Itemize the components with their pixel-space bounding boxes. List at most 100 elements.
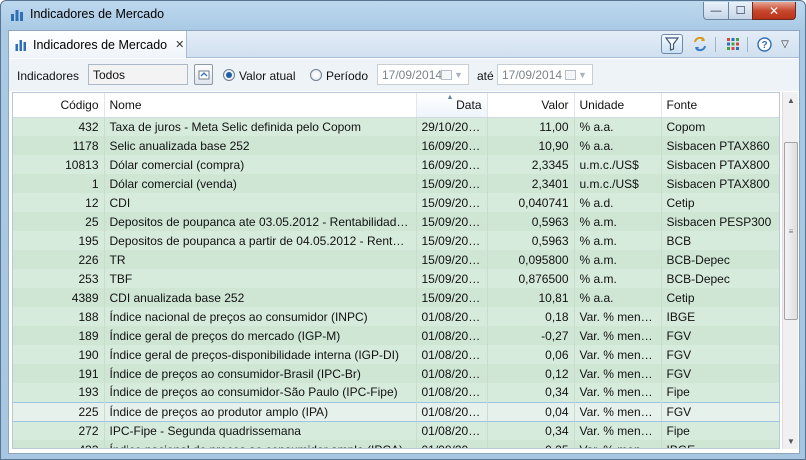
cell-data: 15/09/2014 [416,231,488,250]
cell-unidade: % a.m. [574,250,662,269]
cell-valor: 2,3345 [487,155,575,174]
cell-codigo: 433 [13,440,105,448]
cell-valor: 0,25 [487,440,575,448]
date-from-picker[interactable]: ▼ [441,64,463,85]
tab-close-icon[interactable]: ✕ [175,38,184,51]
cell-nome: Depositos de poupanca ate 03.05.2012 - R… [104,212,417,231]
column-header-data-label: Data [456,97,482,112]
close-button[interactable]: ✕ [752,2,796,20]
cell-codigo: 4389 [13,288,105,307]
maximize-button[interactable]: ☐ [728,2,753,20]
table-row[interactable]: 12 CDI 15/09/2014 0,040741% a.d. Cetip [13,193,779,212]
cell-valor: 0,040741 [487,193,575,212]
table-row[interactable]: 25 Depositos de poupanca ate 03.05.2012 -… [13,212,779,231]
table-row[interactable]: 195 Depositos de poupanca a partir de 04.… [13,231,779,250]
column-header-unidade[interactable]: Unidade [574,93,662,118]
table-row[interactable]: 191 Índice de preços ao consumidor-Brasil… [13,364,779,383]
vertical-scrollbar[interactable]: ▲ ≡ ▼ [782,92,798,449]
tab-indicadores-de-mercado[interactable]: Indicadores de Mercado ✕ [9,31,187,58]
cell-fonte: FGV [661,364,779,383]
periodo-label[interactable]: Período [326,69,368,83]
cell-codigo: 25 [13,212,105,231]
cell-codigo: 189 [13,326,105,345]
cell-fonte: Copom [661,117,779,136]
title-bar[interactable]: Indicadores de Mercado — ☐ ✕ [1,1,805,29]
table-row[interactable]: 189 Índice geral de preços do mercado (IG… [13,326,779,345]
table-row[interactable]: 433Índice nacional de preços ao consumid… [13,440,779,448]
cell-nome: Dólar comercial (compra) [104,155,417,174]
cell-codigo: 1178 [13,136,105,155]
column-header-nome[interactable]: Nome [104,93,417,118]
valor-atual-label[interactable]: Valor atual [239,69,295,83]
cell-fonte: IBGE [661,440,779,448]
cell-fonte: IBGE [661,307,779,326]
cell-unidade: % a.a. [574,288,662,307]
valor-atual-radio[interactable] [223,69,235,81]
help-button[interactable]: ? [753,34,775,54]
table-row[interactable]: 225 Índice de preços ao produtor amplo (I… [13,401,779,422]
cell-fonte: BCB-Depec [661,250,779,269]
table-row[interactable]: 432 Taxa de juros - Meta Selic definida p… [13,117,779,136]
cell-nome: TR [104,250,417,269]
scroll-down-icon[interactable]: ▼ [783,433,799,449]
cell-valor: 10,81 [487,288,575,307]
cell-fonte: Sisbacen PTAX800 [661,155,779,174]
bar-chart-icon [11,10,23,21]
cell-fonte: Cetip [661,193,779,212]
table-row[interactable]: 1178 Selic anualizada base 252 16/09/2014 1… [13,136,779,155]
svg-text:?: ? [761,40,767,51]
table-row[interactable]: 253 TBF 15/09/2014 0,876500% a.m. BCB-Depec [13,269,779,288]
table-row[interactable]: 272 IPC-Fipe - Segunda quadrissemana 01/08… [13,421,779,440]
cell-fonte: BCB [661,231,779,250]
table-row[interactable]: 4389 CDI anualizada base 252 15/09/2014 10,… [13,288,779,307]
tab-label: Indicadores de Mercado [33,37,168,52]
cell-nome: Índice de preços ao produtor amplo (IPA) [104,401,417,422]
cell-data: 15/09/2014 [416,250,488,269]
cell-nome: Índice geral de preços do mercado (IGP-M… [104,326,417,345]
cell-nome: Taxa de juros - Meta Selic definida pelo… [104,117,417,136]
table-row[interactable]: 190 Índice geral de preços-disponibilidad… [13,345,779,364]
grid-icon [727,38,739,50]
cell-unidade: u.m.c./US$ [574,155,662,174]
column-header-codigo[interactable]: Código [13,93,105,118]
cell-data: 01/08/2014 [416,401,488,422]
cell-data: 16/09/2014 [416,136,488,155]
cell-data: 01/08/2014 [416,440,488,448]
cell-valor: 0,34 [487,421,575,440]
cell-fonte: Cetip [661,288,779,307]
table-row[interactable]: 10813 Dólar comercial (compra) 16/09/2014 2… [13,155,779,174]
scroll-up-icon[interactable]: ▲ [783,92,799,108]
cell-nome: Depositos de poupanca a partir de 04.05.… [104,231,417,250]
table-row[interactable]: 188 Índice nacional de preços ao consumid… [13,307,779,326]
table-row[interactable]: 226 TR 15/09/2014 0,095800% a.m. BCB-Depec [13,250,779,269]
cell-nome: TBF [104,269,417,288]
cell-unidade: Var. % mensal [574,401,662,422]
filter-button[interactable] [661,34,683,54]
cell-fonte: FGV [661,345,779,364]
date-to-picker[interactable]: ▼ [565,64,587,85]
cell-nome: Dólar comercial (venda) [104,174,417,193]
indicadores-field[interactable]: Todos [88,64,188,85]
cell-valor: 2,3401 [487,174,575,193]
cell-unidade: Var. % mensal [574,326,662,345]
column-header-fonte[interactable]: Fonte [661,93,779,118]
scroll-thumb[interactable]: ≡ [784,142,798,320]
table-row[interactable]: 193 Índice de preços ao consumidor-São Pa… [13,383,779,402]
app-window: Indicadores de Mercado — ☐ ✕ Indicadores… [0,0,806,460]
refresh-button[interactable] [689,34,711,54]
cell-unidade: % a.a. [574,136,662,155]
table-row[interactable]: 1 Dólar comercial (venda) 15/09/2014 2,3401… [13,174,779,193]
cell-data: 15/09/2014 [416,174,488,193]
chevron-down-icon: ▼ [454,69,463,80]
cell-codigo: 253 [13,269,105,288]
column-header-data[interactable]: ▲ Data [416,93,488,118]
select-indicadores-button[interactable] [194,64,213,85]
cell-fonte: BCB-Depec [661,269,779,288]
columns-button[interactable] [722,34,744,54]
periodo-radio[interactable] [310,69,322,81]
view-menu-icon[interactable]: ▽ [778,34,792,54]
table-header: Código Nome ▲ Data Valor Unidade Fonte [13,93,779,118]
minimize-button[interactable]: — [703,2,729,20]
column-header-valor[interactable]: Valor [487,93,575,118]
cell-unidade: % a.d. [574,193,662,212]
